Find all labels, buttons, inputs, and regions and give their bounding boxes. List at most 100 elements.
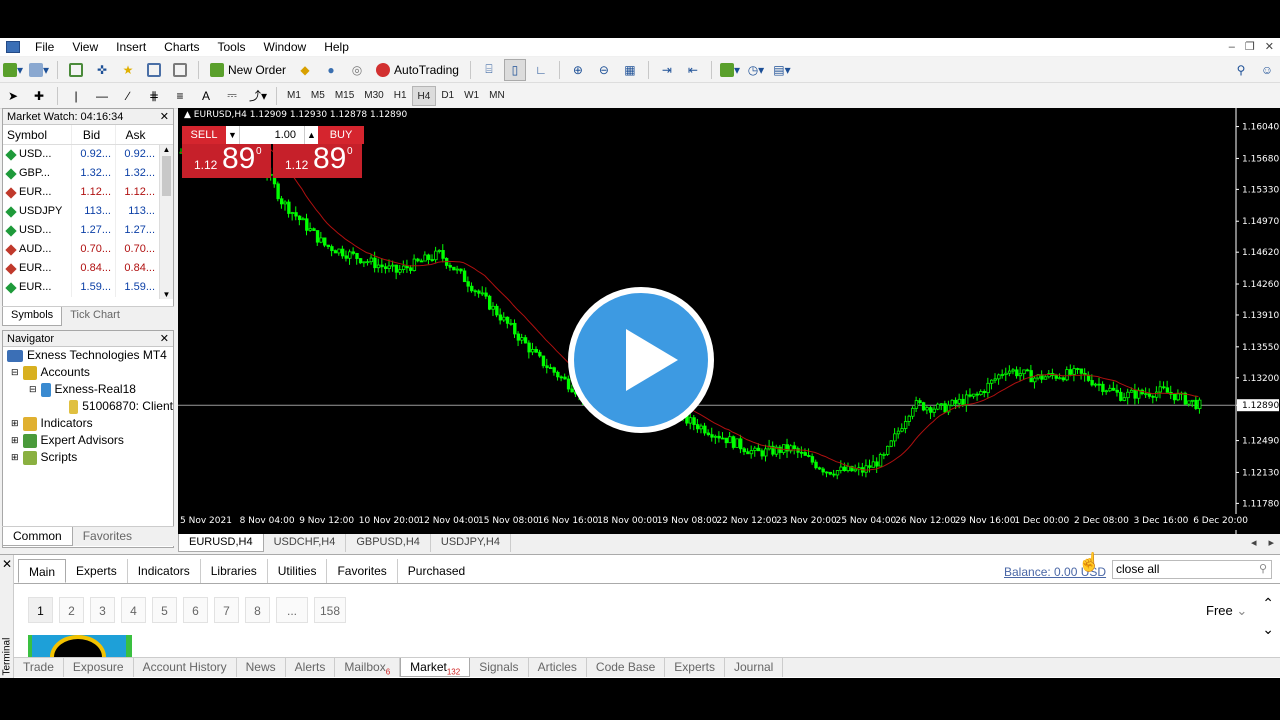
terminal-tab-mailbox[interactable]: Mailbox6 xyxy=(335,658,401,677)
candle-body[interactable] xyxy=(1104,390,1109,393)
trendline-icon[interactable]: ∕ xyxy=(117,85,139,107)
candle-body[interactable] xyxy=(1061,377,1066,381)
candle-body[interactable] xyxy=(713,435,718,438)
candle-body[interactable] xyxy=(391,264,395,267)
candle-body[interactable] xyxy=(961,398,965,406)
candle-body[interactable] xyxy=(778,446,782,453)
candle-body[interactable] xyxy=(437,250,442,252)
tf-m15[interactable]: M15 xyxy=(330,86,359,106)
candle-body[interactable] xyxy=(782,444,786,453)
candle-body[interactable] xyxy=(355,253,359,259)
candle-body[interactable] xyxy=(373,257,377,269)
candle-body[interactable] xyxy=(294,212,298,217)
market-tab-indicators[interactable]: Indicators xyxy=(128,559,201,583)
candle-body[interactable] xyxy=(990,379,994,384)
candle-body[interactable] xyxy=(283,201,287,205)
candle-body[interactable] xyxy=(986,382,990,394)
tf-d1[interactable]: D1 xyxy=(436,86,459,106)
bar-chart-icon[interactable]: ⌸ xyxy=(478,59,500,81)
candle-body[interactable] xyxy=(559,376,564,379)
arrows-icon[interactable]: ⤴▾ xyxy=(247,85,269,107)
candle-body[interactable] xyxy=(925,407,929,411)
expand-icon[interactable]: ⊞ xyxy=(11,432,19,449)
tf-m30[interactable]: M30 xyxy=(359,86,388,106)
market-tab-experts[interactable]: Experts xyxy=(66,559,128,583)
templates-icon[interactable]: ▤▾ xyxy=(771,59,793,81)
candle-body[interactable] xyxy=(846,465,850,472)
market-tab-utilities[interactable]: Utilities xyxy=(268,559,328,583)
candle-body[interactable] xyxy=(495,305,499,316)
terminal-tab-market[interactable]: Market132 xyxy=(400,658,471,677)
candle-body[interactable] xyxy=(932,408,937,413)
candle-body[interactable] xyxy=(1165,387,1170,393)
candle-body[interactable] xyxy=(825,471,829,474)
candle-body[interactable] xyxy=(889,440,894,447)
candle-body[interactable] xyxy=(452,266,456,271)
terminal-tab-experts[interactable]: Experts xyxy=(665,658,725,677)
restore-icon[interactable]: ❐ xyxy=(1245,38,1255,56)
candle-body[interactable] xyxy=(477,290,481,294)
close-icon[interactable]: ✕ xyxy=(160,109,169,125)
candle-body[interactable] xyxy=(918,400,922,404)
navigator-icon[interactable] xyxy=(143,59,165,81)
tab-common[interactable]: Common xyxy=(2,527,73,546)
candle-body[interactable] xyxy=(1090,380,1094,386)
tf-m1[interactable]: M1 xyxy=(282,86,306,106)
candle-body[interactable] xyxy=(319,237,323,243)
candle-body[interactable] xyxy=(832,473,836,476)
candle-body[interactable] xyxy=(921,402,926,411)
market-watch-row[interactable]: EUR... 1.12... 1.12... xyxy=(3,183,173,202)
market-search-input[interactable]: close all ⚲ xyxy=(1112,560,1272,579)
candle-body[interactable] xyxy=(982,391,987,394)
candle-body[interactable] xyxy=(1018,373,1023,377)
candle-body[interactable] xyxy=(886,445,890,455)
tile-windows-icon[interactable]: ▦ xyxy=(619,59,641,81)
profiles-icon[interactable]: ▾ xyxy=(28,59,50,81)
fibonacci-icon[interactable]: ≡ xyxy=(169,85,191,107)
signals-icon[interactable]: ● xyxy=(320,59,342,81)
candle-body[interactable] xyxy=(566,378,571,390)
candle-body[interactable] xyxy=(943,403,947,413)
zoom-out-icon[interactable]: ⊖ xyxy=(593,59,615,81)
periods-clock-icon[interactable]: ◷▾ xyxy=(745,59,767,81)
candle-body[interactable] xyxy=(1162,386,1166,389)
candle-body[interactable] xyxy=(527,342,531,353)
candle-body[interactable] xyxy=(523,337,528,344)
candle-body[interactable] xyxy=(721,437,725,440)
candle-body[interactable] xyxy=(868,465,872,468)
candle-body[interactable] xyxy=(412,258,417,271)
candle-body[interactable] xyxy=(330,246,334,252)
candle-body[interactable] xyxy=(900,428,904,432)
candle-body[interactable] xyxy=(756,447,761,452)
candle-body[interactable] xyxy=(1029,370,1033,383)
menu-view[interactable]: View xyxy=(63,38,107,56)
candle-body[interactable] xyxy=(1072,368,1076,375)
candle-body[interactable] xyxy=(792,445,797,449)
candle-body[interactable] xyxy=(975,393,980,396)
favorites-star-icon[interactable]: ★ xyxy=(117,59,139,81)
candle-body[interactable] xyxy=(1094,383,1098,386)
candle-body[interactable] xyxy=(703,425,707,434)
tf-h1[interactable]: H1 xyxy=(389,86,412,106)
candle-body[interactable] xyxy=(1058,377,1062,380)
candle-body[interactable] xyxy=(760,450,764,457)
candle-body[interactable] xyxy=(491,305,495,310)
candle-body[interactable] xyxy=(810,456,815,463)
market-watch-row[interactable]: EUR... 1.59... 1.59... xyxy=(3,278,173,297)
terminal-tab-account-history[interactable]: Account History xyxy=(134,658,237,677)
candle-body[interactable] xyxy=(710,434,714,438)
market-tab-libraries[interactable]: Libraries xyxy=(201,559,268,583)
menu-tools[interactable]: Tools xyxy=(209,38,255,56)
candle-body[interactable] xyxy=(448,265,452,268)
page-button[interactable]: 5 xyxy=(152,597,177,623)
candle-body[interactable] xyxy=(997,374,1001,380)
page-button[interactable]: 2 xyxy=(59,597,84,623)
nav-accounts[interactable]: ⊟ Accounts xyxy=(3,364,173,381)
market-watch-row[interactable]: USD... 1.27... 1.27... xyxy=(3,221,173,240)
search-icon[interactable]: ⚲ xyxy=(1259,561,1267,578)
menu-help[interactable]: Help xyxy=(315,38,358,56)
tf-w1[interactable]: W1 xyxy=(459,86,484,106)
candle-body[interactable] xyxy=(498,314,503,321)
candle-body[interactable] xyxy=(276,183,280,200)
terminal-tab-alerts[interactable]: Alerts xyxy=(286,658,336,677)
